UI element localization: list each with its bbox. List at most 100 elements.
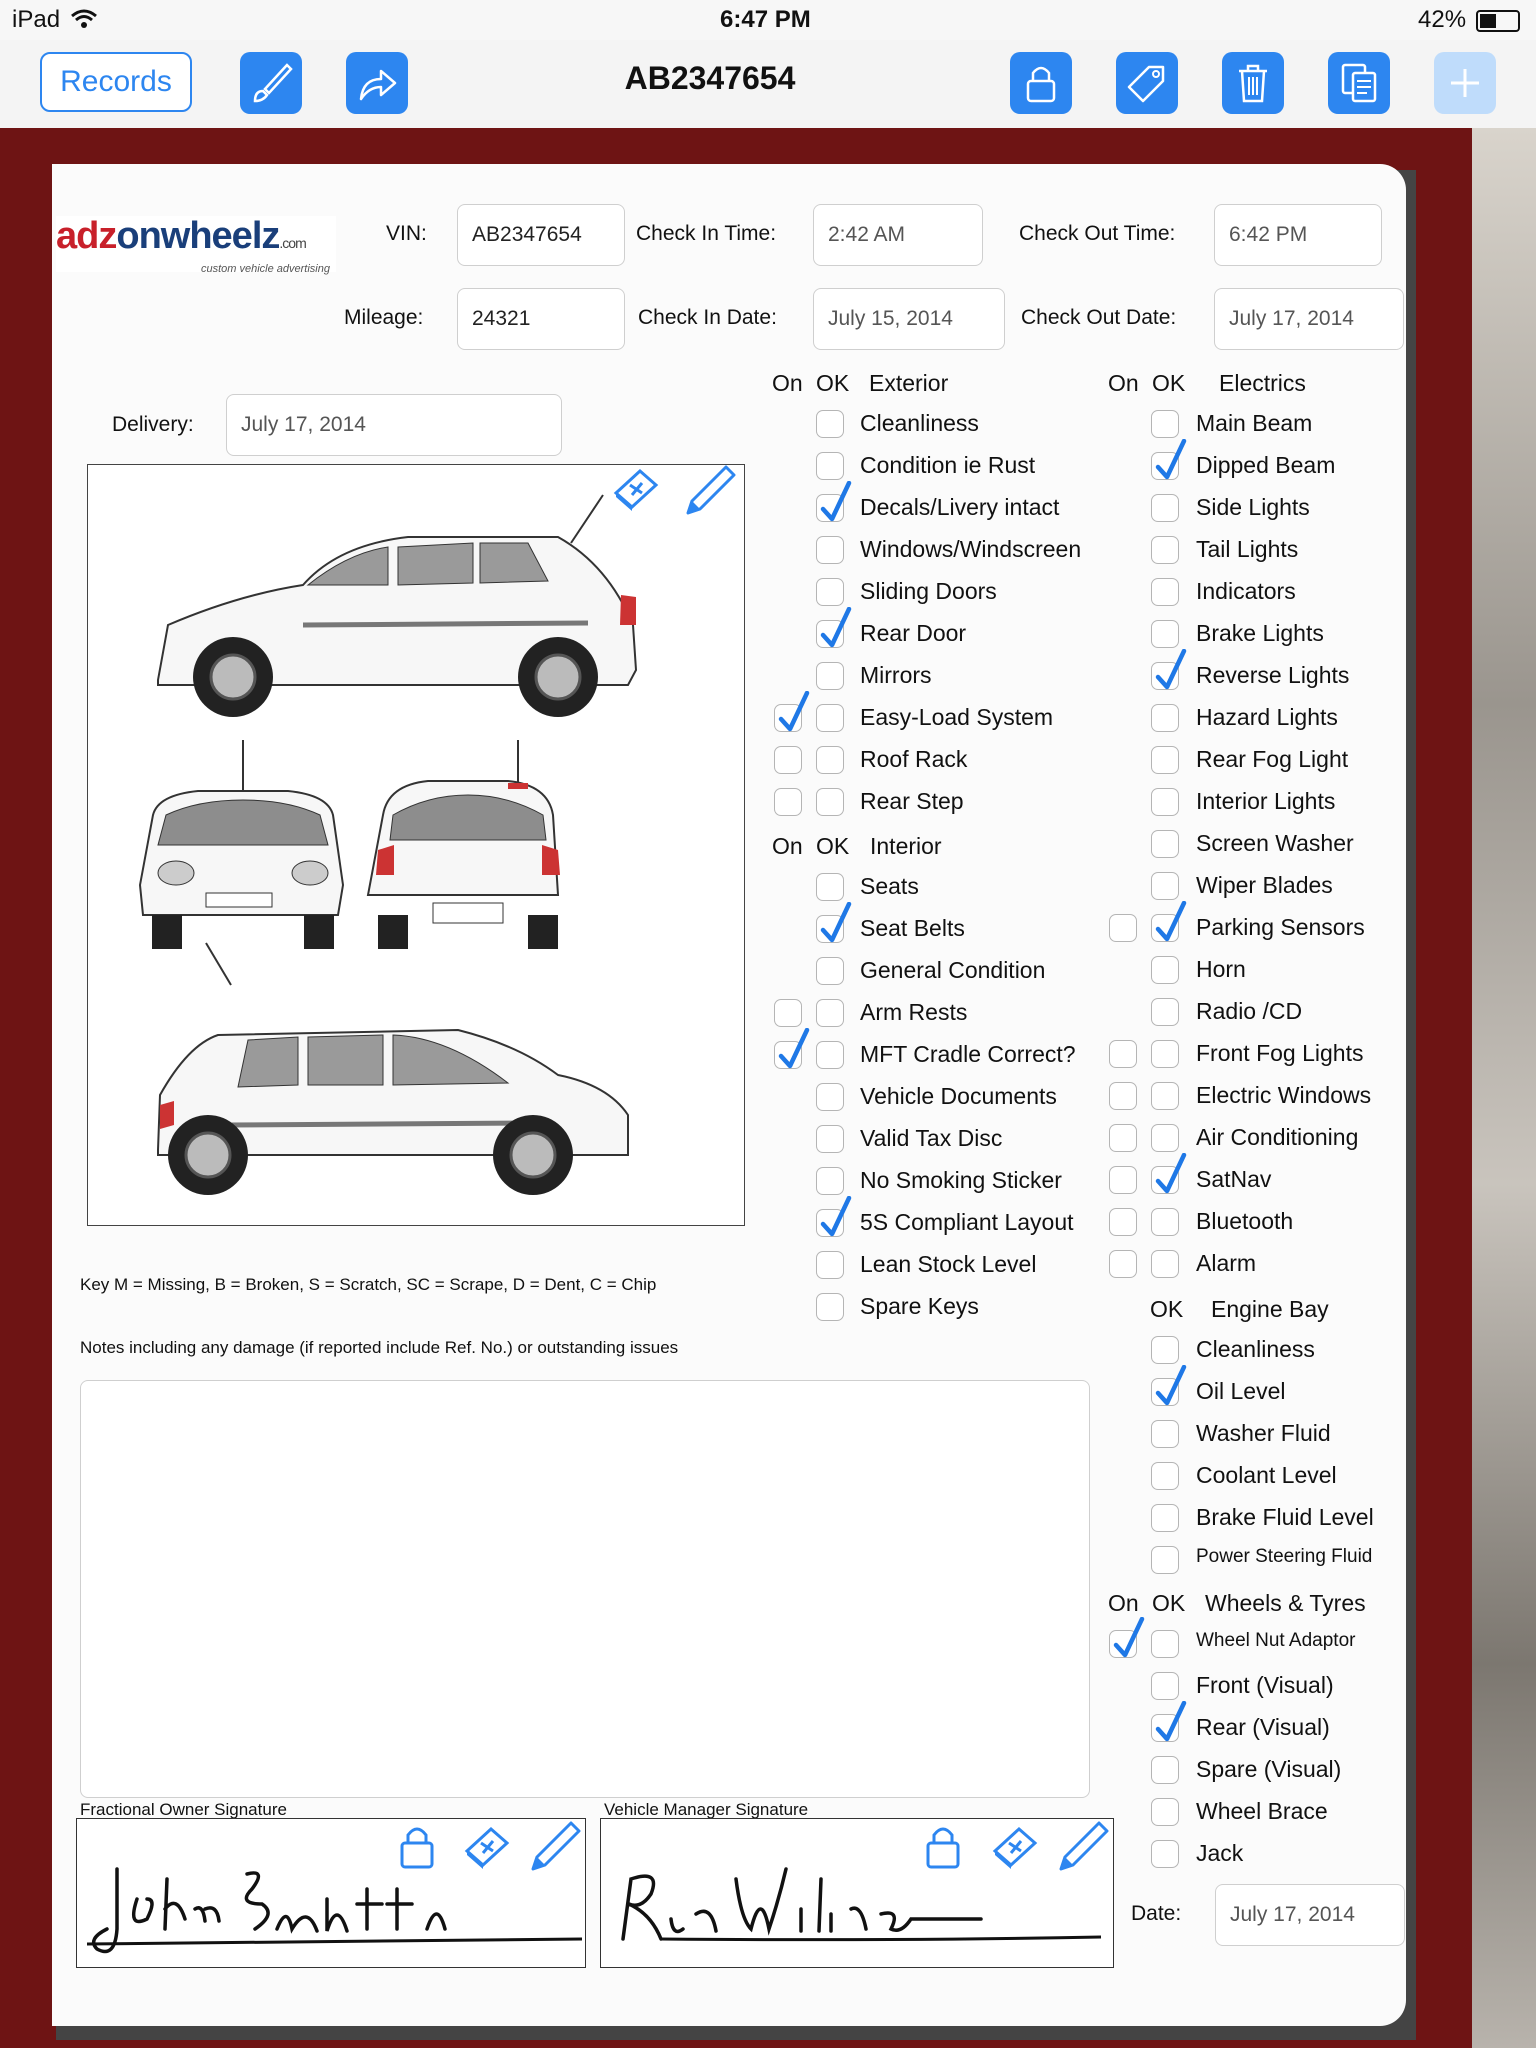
engine_bay-cleanliness-ok-checkbox[interactable] (1151, 1336, 1179, 1364)
exterior-cleanliness-ok-checkbox[interactable] (816, 410, 844, 438)
exterior-roof-rack-on-checkbox[interactable] (774, 746, 802, 774)
electrics-reverse-lights-ok-checkbox[interactable] (1151, 649, 1187, 690)
electrics-bluetooth-on-checkbox[interactable] (1109, 1208, 1137, 1236)
vehicle-damage-diagram[interactable] (87, 464, 745, 1226)
interior-vehicle-documents-ok-checkbox[interactable] (816, 1083, 844, 1111)
exterior-roof-rack-ok-checkbox[interactable] (816, 746, 844, 774)
electrics-indicators-ok-checkbox[interactable] (1151, 578, 1179, 606)
electrics-screen-washer-ok-checkbox[interactable] (1151, 830, 1179, 858)
interior-item-label: Seat Belts (860, 915, 965, 941)
electrics-side-lights-ok-checkbox[interactable] (1151, 494, 1179, 522)
exterior-mirrors-ok-checkbox[interactable] (816, 662, 844, 690)
trash-button[interactable] (1222, 52, 1284, 114)
checkmark-icon (820, 1196, 852, 1237)
add-button[interactable] (1434, 52, 1496, 114)
wheels-item-label: Wheel Brace (1196, 1798, 1328, 1824)
electrics-parking-sensors-ok-checkbox[interactable] (1151, 901, 1187, 942)
electrics-main-beam-ok-checkbox[interactable] (1151, 410, 1179, 438)
electrics-alarm-ok-checkbox[interactable] (1151, 1250, 1179, 1278)
electrics-satnav-on-checkbox[interactable] (1109, 1166, 1137, 1194)
exterior-easy-load-system-on-checkbox[interactable] (774, 691, 810, 732)
interior-valid-tax-disc-ok-checkbox[interactable] (816, 1125, 844, 1153)
date-field[interactable]: July 17, 2014 (1215, 1884, 1405, 1946)
interior-seats-ok-checkbox[interactable] (816, 873, 844, 901)
exterior-rear-step-ok-checkbox[interactable] (816, 788, 844, 816)
exterior-condition-ie-rust-ok-checkbox[interactable] (816, 452, 844, 480)
interior-arm-rests-ok-checkbox[interactable] (816, 999, 844, 1027)
exterior-sliding-doors-ok-checkbox[interactable] (816, 578, 844, 606)
engine_bay-oil-level-ok-checkbox[interactable] (1151, 1365, 1187, 1406)
electrics-air-conditioning-on-checkbox[interactable] (1109, 1124, 1137, 1152)
electrics-interior-lights-ok-checkbox[interactable] (1151, 788, 1179, 816)
electrics-wiper-blades-ok-checkbox[interactable] (1151, 872, 1179, 900)
wheels-wheel-nut-adaptor-ok-checkbox[interactable] (1151, 1630, 1179, 1658)
share-button[interactable] (346, 52, 408, 114)
interior-5s-compliant-layout-ok-checkbox[interactable] (816, 1196, 852, 1237)
records-button[interactable]: Records (40, 52, 192, 112)
electrics-parking-sensors-on-checkbox[interactable] (1109, 914, 1137, 942)
wheels-rear-visual-ok-checkbox[interactable] (1151, 1701, 1187, 1742)
pen-button[interactable] (682, 463, 736, 522)
mileage-field[interactable]: 24321 (457, 288, 625, 350)
electrics-front-fog-lights-on-checkbox[interactable] (1109, 1040, 1137, 1068)
vin-field[interactable]: AB2347654 (457, 204, 625, 266)
interior-mft-cradle-correct-ok-checkbox[interactable] (816, 1041, 844, 1069)
checkin-date-field[interactable]: July 15, 2014 (813, 288, 1005, 350)
wheels-spare-visual-ok-checkbox[interactable] (1151, 1756, 1179, 1784)
electrics-satnav-ok-checkbox[interactable] (1151, 1153, 1187, 1194)
manager-signature-drawing (621, 1867, 1102, 1942)
checkout-date-field[interactable]: July 17, 2014 (1214, 288, 1404, 350)
wheels-front-visual-ok-checkbox[interactable] (1151, 1672, 1179, 1700)
owner-signature-pad[interactable] (76, 1818, 586, 1968)
engine_bay-coolant-level-ok-checkbox[interactable] (1151, 1462, 1179, 1490)
engine_bay-power-steering-fluid-ok-checkbox[interactable] (1151, 1546, 1179, 1574)
interior-mft-cradle-correct-on-checkbox[interactable] (774, 1028, 810, 1069)
wheels-item-label: Jack (1196, 1840, 1244, 1866)
exterior-decals-livery-intact-ok-checkbox[interactable] (816, 481, 852, 522)
wheels-jack-ok-checkbox[interactable] (1151, 1840, 1179, 1868)
engine_bay-washer-fluid-ok-checkbox[interactable] (1151, 1420, 1179, 1448)
electrics-tail-lights-ok-checkbox[interactable] (1151, 536, 1179, 564)
interior-arm-rests-on-checkbox[interactable] (774, 999, 802, 1027)
electrics-electric-windows-on-checkbox[interactable] (1109, 1082, 1137, 1110)
checkout-time-field[interactable]: 6:42 PM (1214, 204, 1382, 266)
electrics-horn-ok-checkbox[interactable] (1151, 956, 1179, 984)
brush-icon (253, 63, 293, 103)
interior-no-smoking-sticker-ok-checkbox[interactable] (816, 1167, 844, 1195)
notes-textarea[interactable] (80, 1380, 1090, 1798)
battery-percent: 42% (1418, 6, 1467, 33)
eraser-button[interactable] (610, 463, 660, 518)
exterior-easy-load-system-ok-checkbox[interactable] (816, 704, 844, 732)
electrics-bluetooth-ok-checkbox[interactable] (1151, 1208, 1179, 1236)
electrics-radio-cd-ok-checkbox[interactable] (1151, 998, 1179, 1026)
engine_bay-brake-fluid-level-ok-checkbox[interactable] (1151, 1504, 1179, 1532)
wheels-wheel-brace-ok-checkbox[interactable] (1151, 1798, 1179, 1826)
electrics-brake-lights-ok-checkbox[interactable] (1151, 620, 1179, 648)
exterior-windows-windscreen-ok-checkbox[interactable] (816, 536, 844, 564)
electrics-dipped-beam-ok-checkbox[interactable] (1151, 439, 1187, 480)
delivery-field[interactable]: July 17, 2014 (226, 394, 562, 456)
add-icon (1451, 69, 1479, 97)
interior-spare-keys-ok-checkbox[interactable] (816, 1293, 844, 1321)
wheels-wheel-nut-adaptor-on-checkbox[interactable] (1109, 1617, 1145, 1658)
brush-button[interactable] (240, 52, 302, 114)
interior-lean-stock-level-ok-checkbox[interactable] (816, 1251, 844, 1279)
electrics-air-conditioning-ok-checkbox[interactable] (1151, 1124, 1179, 1152)
exterior-rear-door-ok-checkbox[interactable] (816, 607, 852, 648)
manager-signature-pad[interactable] (600, 1818, 1114, 1968)
tag-button[interactable] (1116, 52, 1178, 114)
exterior-rear-step-on-checkbox[interactable] (774, 788, 802, 816)
interior-seat-belts-ok-checkbox[interactable] (816, 902, 852, 943)
device-name: iPad (12, 6, 61, 33)
electrics-rear-fog-light-ok-checkbox[interactable] (1151, 746, 1179, 774)
electrics-front-fog-lights-ok-checkbox[interactable] (1151, 1040, 1179, 1068)
electrics-hazard-lights-ok-checkbox[interactable] (1151, 704, 1179, 732)
lock-button[interactable] (1010, 52, 1072, 114)
copy-button[interactable] (1328, 52, 1390, 114)
checkin-time-field[interactable]: 2:42 AM (813, 204, 983, 266)
interior-general-condition-ok-checkbox[interactable] (816, 957, 844, 985)
interior-item-label: Seats (860, 873, 919, 899)
electrics-alarm-on-checkbox[interactable] (1109, 1250, 1137, 1278)
electrics-electric-windows-ok-checkbox[interactable] (1151, 1082, 1179, 1110)
exterior-item-label: Mirrors (860, 662, 932, 688)
